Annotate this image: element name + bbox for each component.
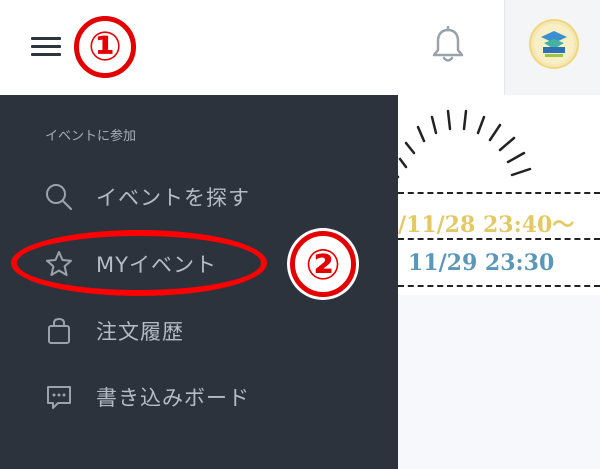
event-date-end: 11/29 23:30 (408, 250, 555, 276)
drawer-section-heading: イベントに参加 (45, 129, 137, 144)
background-page: /11/28 23:40～ 11/29 23:30 (398, 95, 600, 469)
sunburst-decoration (398, 109, 532, 179)
user-avatar-icon (529, 19, 579, 69)
search-icon (42, 180, 76, 214)
content-panel (398, 295, 600, 469)
event-date-start: /11/28 23:40～ (398, 212, 575, 238)
chat-bubble-icon (42, 380, 76, 414)
menu-item-label: 注文履歴 (96, 320, 184, 344)
user-avatar-button[interactable] (504, 0, 600, 95)
step-marker-1: ① (74, 16, 136, 78)
menu-item-label: イベントを探す (96, 186, 250, 210)
divider-line (398, 192, 600, 194)
divider-line (398, 238, 600, 240)
menu-item-label: 書き込みボード (96, 386, 250, 410)
divider-line (398, 285, 600, 287)
step-marker-2: ② (290, 231, 356, 297)
menu-item-label: MYイベント (96, 253, 217, 277)
menu-item-find-events[interactable]: イベントを探す (42, 177, 372, 217)
star-icon (42, 247, 76, 281)
menu-item-message-board[interactable]: 書き込みボード (42, 377, 372, 417)
hamburger-menu-icon[interactable] (31, 36, 61, 58)
shopping-bag-icon (42, 314, 76, 348)
menu-item-order-history[interactable]: 注文履歴 (42, 311, 372, 351)
app-header: ① (0, 0, 600, 95)
bell-icon[interactable] (430, 25, 466, 64)
